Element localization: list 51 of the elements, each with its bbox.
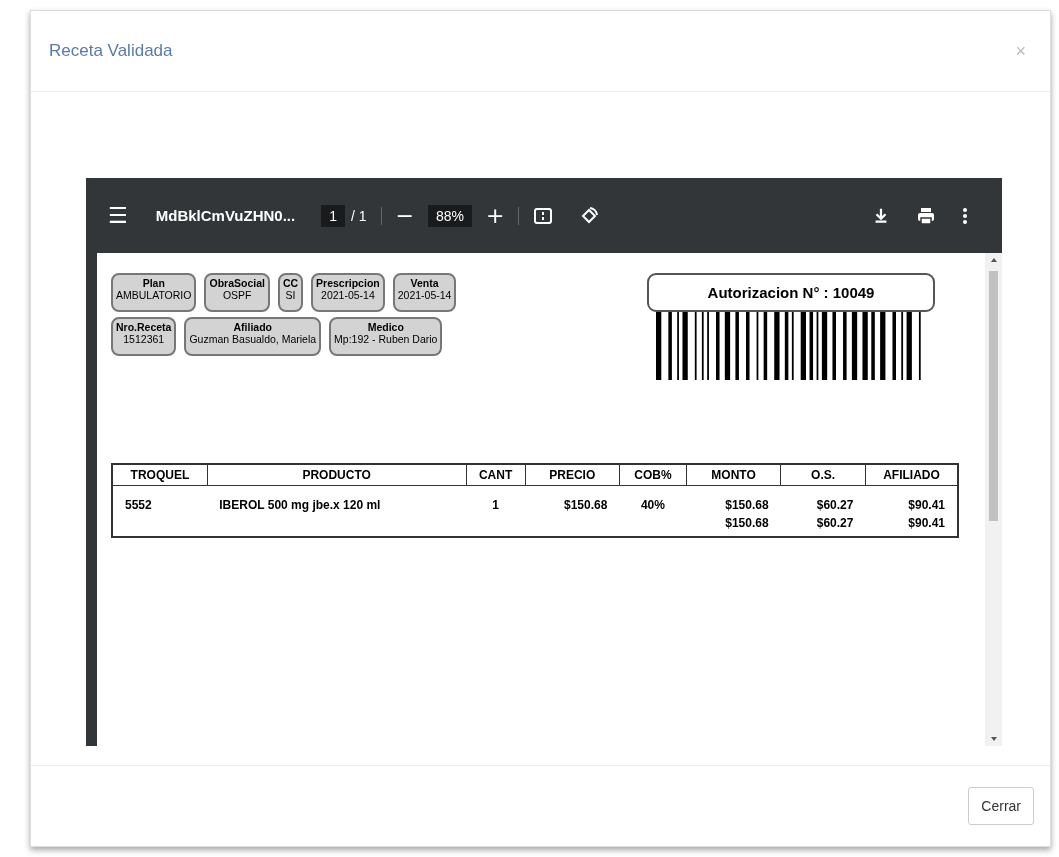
fit-page-icon[interactable]: [533, 205, 554, 226]
scroll-down-icon[interactable]: [990, 737, 997, 741]
table-cell: IBEROL 500 mg jbe.x 120 ml: [207, 485, 467, 512]
modal-title: Receta Validada: [49, 41, 173, 61]
table-cell: $150.68: [686, 485, 781, 512]
file-name: MdBklCmVuZHN0...: [155, 207, 296, 224]
print-icon[interactable]: [916, 205, 936, 226]
scrollbar[interactable]: [985, 253, 1002, 746]
column-header: PRECIO: [525, 464, 620, 486]
field-value: Mp:192 - Ruben Dario: [334, 333, 438, 345]
field-label: ObraSocial: [209, 277, 265, 289]
column-header: CANT: [466, 464, 526, 486]
total-cell: $150.68: [686, 512, 781, 537]
rotate-icon[interactable]: [579, 205, 600, 226]
column-header: O.S.: [780, 464, 866, 486]
field-value: 2021-05-14: [321, 289, 375, 301]
column-header: TROQUEL: [112, 464, 208, 486]
table-cell: 5552: [112, 485, 208, 512]
authorization-number: Autorizacion N° : 10049: [647, 273, 935, 312]
close-button[interactable]: Cerrar: [968, 787, 1034, 825]
scroll-up-icon[interactable]: [990, 258, 997, 262]
field-value: Guzman Basualdo, Mariela: [189, 333, 317, 345]
field-value: SI: [285, 289, 296, 301]
table-cell: $150.68: [525, 485, 620, 512]
table-cell: $90.41: [865, 485, 958, 512]
zoom-field[interactable]: 88%: [428, 204, 473, 227]
field-label: Medico: [367, 321, 404, 333]
total-cell: $90.41: [865, 512, 958, 537]
field-value: 2021-05-14: [397, 289, 452, 301]
page-total: / 1: [351, 207, 367, 224]
field-label: Nro.Receta: [116, 321, 172, 333]
table-cell: 1: [466, 485, 526, 512]
field-value: OSPF: [222, 289, 252, 301]
total-cell: $60.27: [780, 512, 866, 537]
field-label: Prescripcion: [316, 277, 380, 289]
field-label: Venta: [410, 277, 439, 289]
table-cell: $60.27: [780, 485, 866, 512]
zoom-out-button[interactable]: −: [395, 203, 414, 228]
page-number-field[interactable]: 1: [321, 204, 345, 227]
field-value: AMBULATORIO: [116, 289, 192, 301]
field-value: 1512361: [123, 333, 165, 345]
more-options-icon[interactable]: [962, 205, 968, 226]
field-label: Afiliado: [233, 321, 273, 333]
menu-button[interactable]: ☰: [108, 203, 128, 228]
zoom-in-button[interactable]: +: [486, 203, 505, 228]
table-cell: 40%: [619, 485, 687, 512]
column-header: COB%: [619, 464, 687, 486]
field-label: CC: [282, 277, 299, 289]
column-header: MONTO: [686, 464, 781, 486]
column-header: PRODUCTO: [207, 464, 467, 486]
field-label: Plan: [142, 277, 165, 289]
